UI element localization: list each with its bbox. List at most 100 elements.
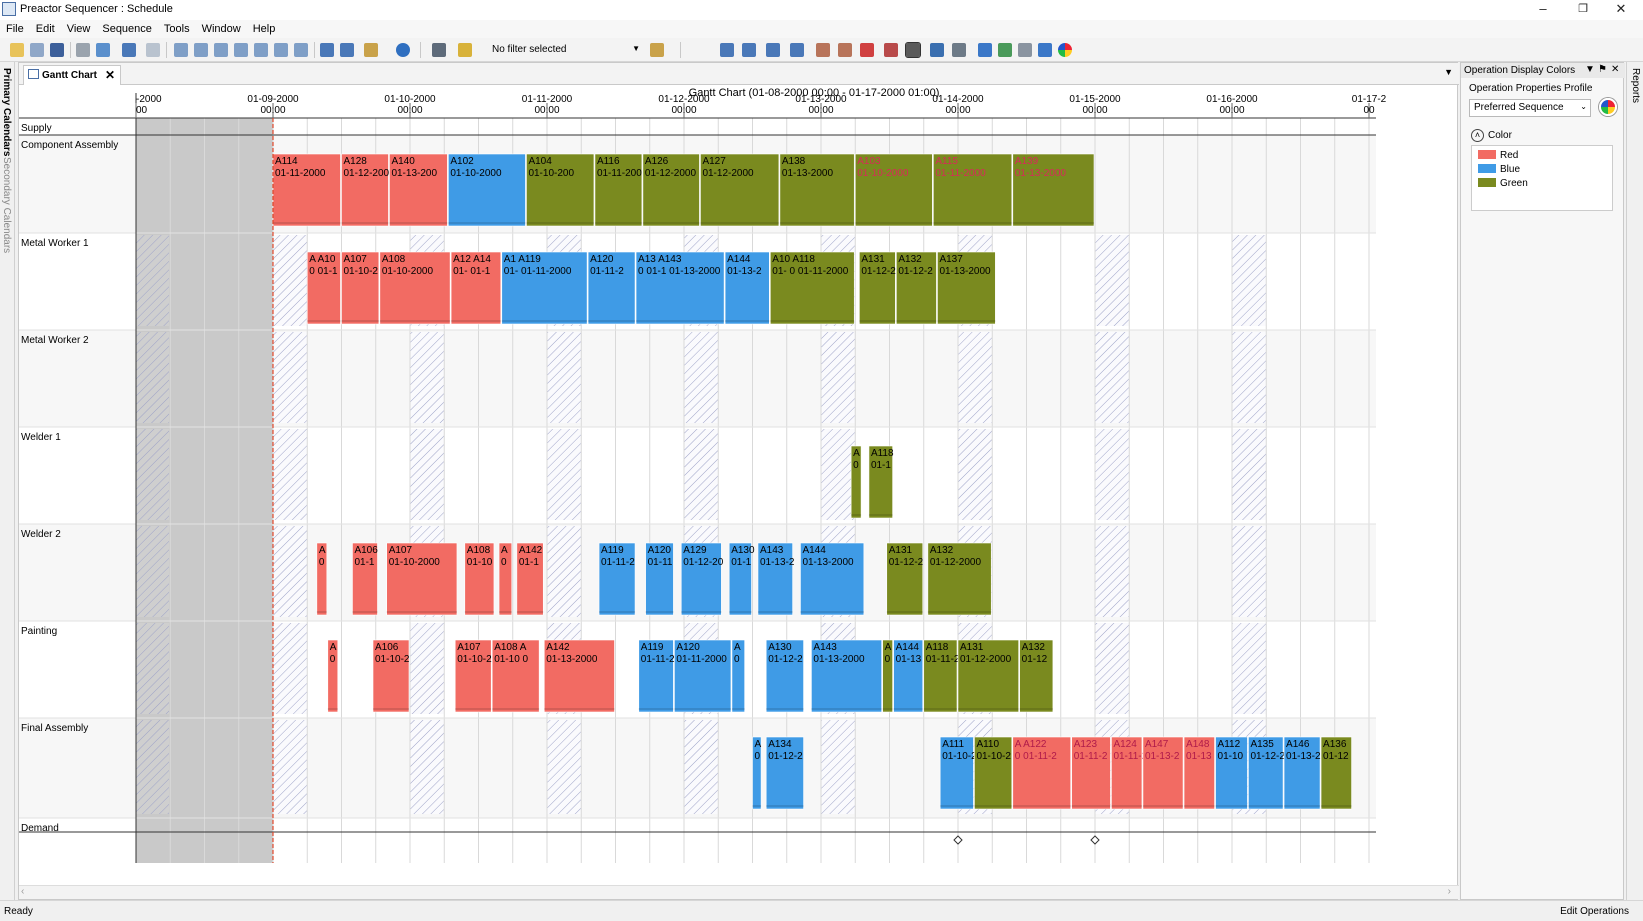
- view-icon-5[interactable]: [294, 43, 308, 57]
- operation-id: A102: [450, 156, 474, 167]
- non-working-slot: [136, 720, 169, 814]
- operation-id: A134: [768, 739, 792, 750]
- resource-label[interactable]: Welder 2: [21, 529, 61, 540]
- menu-file[interactable]: File: [0, 20, 30, 35]
- resource-label[interactable]: Welder 1: [21, 432, 61, 443]
- close-window-icon[interactable]: ✕: [1598, 0, 1643, 20]
- move-down-icon[interactable]: [838, 43, 852, 57]
- non-working-slot: [410, 623, 444, 714]
- operation-shadow: [811, 708, 882, 710]
- operation-shadow: [1184, 805, 1215, 807]
- color-wheel-icon[interactable]: [1058, 43, 1072, 57]
- chart-icon[interactable]: [234, 43, 248, 57]
- non-working-slot: [1095, 429, 1129, 520]
- resource-label[interactable]: Metal Worker 2: [21, 335, 89, 346]
- checkmark-icon[interactable]: [978, 43, 992, 57]
- resource-label[interactable]: Component Assembly: [21, 140, 118, 151]
- primary-calendars-tab[interactable]: Primary Calendars: [1, 68, 12, 156]
- operation-shadow: [501, 320, 588, 322]
- operation-date: 01-13-2000: [1015, 168, 1067, 179]
- gantt-toggle-icon[interactable]: [905, 42, 921, 58]
- color-palette-icon[interactable]: [1599, 98, 1617, 116]
- operation-shadow: [1012, 805, 1071, 807]
- unallocate-icon[interactable]: [884, 43, 898, 57]
- non-working-slot: [1232, 332, 1266, 423]
- move-up-icon[interactable]: [816, 43, 830, 57]
- legend-item-red[interactable]: Red: [1478, 150, 1518, 161]
- scroll-right-icon[interactable]: ›: [1448, 886, 1451, 897]
- redo-icon[interactable]: [146, 43, 160, 57]
- gantt-chart[interactable]: -20000001-09-200000:0001-10-200000:0001-…: [19, 63, 1459, 901]
- import-icon[interactable]: [340, 43, 354, 57]
- open-icon[interactable]: [10, 43, 24, 57]
- print-icon[interactable]: [76, 43, 90, 57]
- legend-item-blue[interactable]: Blue: [1478, 164, 1520, 175]
- tools-icon[interactable]: [364, 43, 378, 57]
- sequence-icon-1[interactable]: [720, 43, 734, 57]
- non-working-slot: [1095, 526, 1129, 617]
- non-working-slot: [1095, 332, 1129, 423]
- timeline-time-label: 00:00: [397, 105, 422, 116]
- filter-icon[interactable]: [432, 43, 446, 57]
- horizontal-scrollbar[interactable]: ‹ ›: [19, 885, 1459, 899]
- sequence-icon-2[interactable]: [742, 43, 756, 57]
- check-icon[interactable]: [96, 43, 110, 57]
- operation-date: 01-12: [1022, 654, 1048, 665]
- help-icon[interactable]: [396, 43, 410, 57]
- resource-label[interactable]: Final Assembly: [21, 723, 88, 734]
- collapse-icon[interactable]: ˄: [1471, 129, 1484, 142]
- view-icon-3[interactable]: [254, 43, 268, 57]
- operation-date: 01-13-2000: [546, 654, 598, 665]
- close-panel-icon[interactable]: ✕: [1611, 64, 1619, 75]
- table-icon[interactable]: [214, 43, 228, 57]
- operation-id: A116: [597, 156, 620, 167]
- delete-icon[interactable]: [860, 43, 874, 57]
- operation-date: 01- 01-11-2000: [504, 266, 572, 277]
- save-icon[interactable]: [50, 43, 64, 57]
- resource-label[interactable]: Metal Worker 1: [21, 238, 89, 249]
- view-icon-2[interactable]: [194, 43, 208, 57]
- color-group-header[interactable]: ˄ Color: [1471, 129, 1512, 142]
- resource-label[interactable]: Painting: [21, 626, 57, 637]
- report-icon[interactable]: [1018, 43, 1032, 57]
- resource-label[interactable]: Supply: [21, 123, 52, 134]
- operation-shadow: [341, 222, 389, 224]
- operation-shadow: [1071, 805, 1111, 807]
- view-icon-4[interactable]: [274, 43, 288, 57]
- operation-id: A131: [889, 545, 913, 556]
- sort-icon[interactable]: [766, 43, 780, 57]
- filter-select[interactable]: No filter selected ▼: [488, 42, 642, 59]
- legend-item-green[interactable]: Green: [1478, 178, 1528, 189]
- operation-id: A138: [782, 156, 806, 167]
- undo-icon[interactable]: [122, 43, 136, 57]
- filter-edit-icon[interactable]: [650, 43, 664, 57]
- reports-tab[interactable]: Reports: [1630, 68, 1641, 103]
- properties-icon[interactable]: [1038, 43, 1052, 57]
- spreadsheet-icon[interactable]: [998, 43, 1012, 57]
- operation-id: A127: [702, 156, 726, 167]
- menu-sequence[interactable]: Sequence: [96, 20, 158, 35]
- filter-bulb-icon[interactable]: [458, 43, 472, 57]
- operation-shadow: [851, 514, 862, 516]
- export-icon[interactable]: [320, 43, 334, 57]
- secondary-calendars-tab[interactable]: Secondary Calendars: [1, 157, 12, 253]
- menu-window[interactable]: Window: [196, 20, 247, 35]
- resource-label[interactable]: Demand: [21, 823, 59, 834]
- image-icon[interactable]: [930, 43, 944, 57]
- scroll-left-icon[interactable]: ‹: [21, 886, 24, 897]
- link-icon[interactable]: [952, 43, 966, 57]
- operation-date: 01-13-2000: [939, 266, 991, 277]
- operation-date: 01-10 0: [494, 654, 528, 665]
- timeline-time-label: 00:00: [808, 105, 833, 116]
- menu-edit[interactable]: Edit: [30, 20, 61, 35]
- pin-icon[interactable]: ⚑: [1598, 64, 1607, 75]
- profile-select[interactable]: Preferred Sequence ⌄: [1469, 99, 1591, 117]
- menu-help[interactable]: Help: [247, 20, 282, 35]
- print-preview-icon[interactable]: [30, 43, 44, 57]
- operation-id: A: [319, 545, 326, 556]
- panel-menu-icon[interactable]: ▼: [1585, 64, 1595, 75]
- view-icon-1[interactable]: [174, 43, 188, 57]
- menu-tools[interactable]: Tools: [158, 20, 196, 35]
- menu-view[interactable]: View: [61, 20, 97, 35]
- sequence-icon-3[interactable]: [790, 43, 804, 57]
